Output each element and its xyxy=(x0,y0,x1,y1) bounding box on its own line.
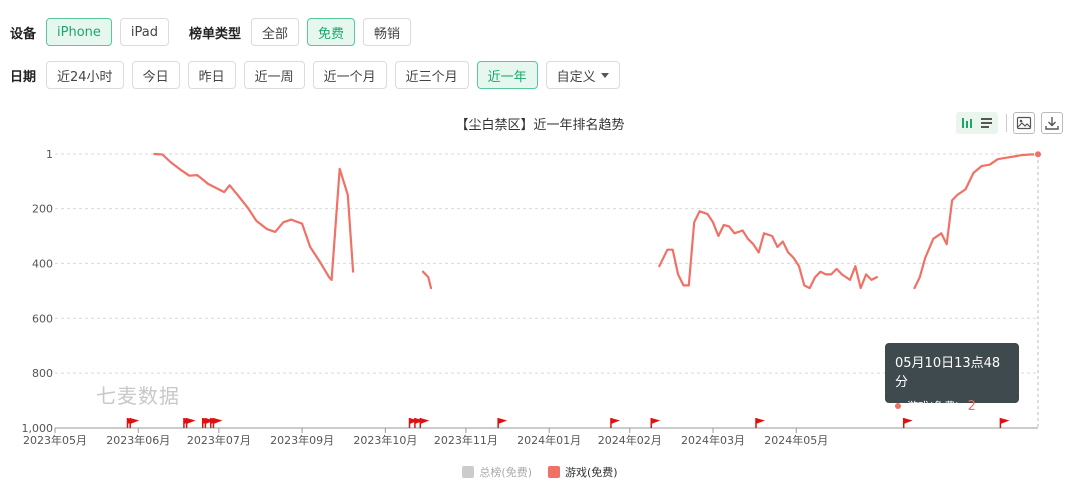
x-tick-label: 2023年09月 xyxy=(270,433,334,447)
x-tick-label: 2024年01月 xyxy=(517,433,581,447)
y-tick-label: 200 xyxy=(32,203,53,216)
event-flag-icon xyxy=(999,418,1010,428)
x-tick-label: 2023年11月 xyxy=(434,433,498,447)
x-tick-label: 2023年06月 xyxy=(106,433,170,447)
series-line-games-free xyxy=(153,152,355,281)
tooltip-time: 05月10日13点48分 xyxy=(895,356,1001,390)
tooltip-series-dot xyxy=(895,403,901,409)
legend-label-total-free: 总榜(免费) xyxy=(479,466,532,479)
y-tick-label: 600 xyxy=(32,312,53,325)
x-tick-label: 2023年10月 xyxy=(353,433,417,447)
series-line-games-free xyxy=(913,153,1040,290)
legend-item-total-free[interactable]: 总榜(免费) xyxy=(462,464,532,480)
event-flag-icon xyxy=(610,418,620,428)
x-tick-label: 2024年05月 xyxy=(764,433,828,447)
event-flag-icon xyxy=(129,418,140,428)
y-tick-label: 800 xyxy=(32,367,53,380)
flag-shape xyxy=(903,418,913,424)
legend-label-games-free: 游戏(免费) xyxy=(565,466,618,479)
series-line-games-free xyxy=(421,270,433,290)
flag-shape xyxy=(213,418,223,424)
legend-swatch-total-free xyxy=(462,466,475,478)
chart-tooltip: 05月10日13点48分 游戏(免费) 2 xyxy=(885,343,1019,414)
legend-swatch-games-free xyxy=(548,466,560,478)
event-flag-icon xyxy=(212,418,223,428)
event-flag-icon xyxy=(755,418,765,428)
flag-shape xyxy=(186,418,196,424)
rank-trend-chart: 12004006008001,0002023年05月 2023年06月 2023年0… xyxy=(22,148,1042,447)
tooltip-value: 2 xyxy=(967,398,976,414)
x-tick-label: 2023年07月 xyxy=(187,433,251,447)
flag-shape xyxy=(498,418,508,424)
flag-shape xyxy=(755,418,765,424)
flag-shape xyxy=(130,418,140,424)
tooltip-row: 游戏(免费) 2 xyxy=(895,398,1009,414)
x-tick-label: 2024年02月 xyxy=(598,433,662,447)
tooltip-series-name: 游戏(免费) xyxy=(907,400,960,413)
legend-item-games-free[interactable]: 游戏(免费) xyxy=(548,464,618,480)
y-tick-label: 1 xyxy=(46,148,53,161)
event-flag-icon xyxy=(419,418,430,428)
flag-shape xyxy=(420,418,430,424)
event-flag-icon xyxy=(902,418,913,428)
x-tick-label: 2024年03月 xyxy=(681,433,745,447)
flag-shape xyxy=(651,418,661,424)
y-tick-label: 400 xyxy=(32,257,53,270)
series-line-games-free xyxy=(658,210,878,290)
flag-shape xyxy=(610,418,620,424)
highlight-point xyxy=(1034,150,1042,159)
event-flag-icon xyxy=(185,418,196,428)
event-flag-icon xyxy=(497,418,508,428)
chart-legend: 总榜(免费) 游戏(免费) xyxy=(0,464,1080,480)
flag-shape xyxy=(1000,418,1010,424)
watermark: 七麦数据 xyxy=(96,384,180,408)
event-flag-icon xyxy=(650,418,661,428)
x-tick-label: 2023年05月 xyxy=(23,433,87,447)
